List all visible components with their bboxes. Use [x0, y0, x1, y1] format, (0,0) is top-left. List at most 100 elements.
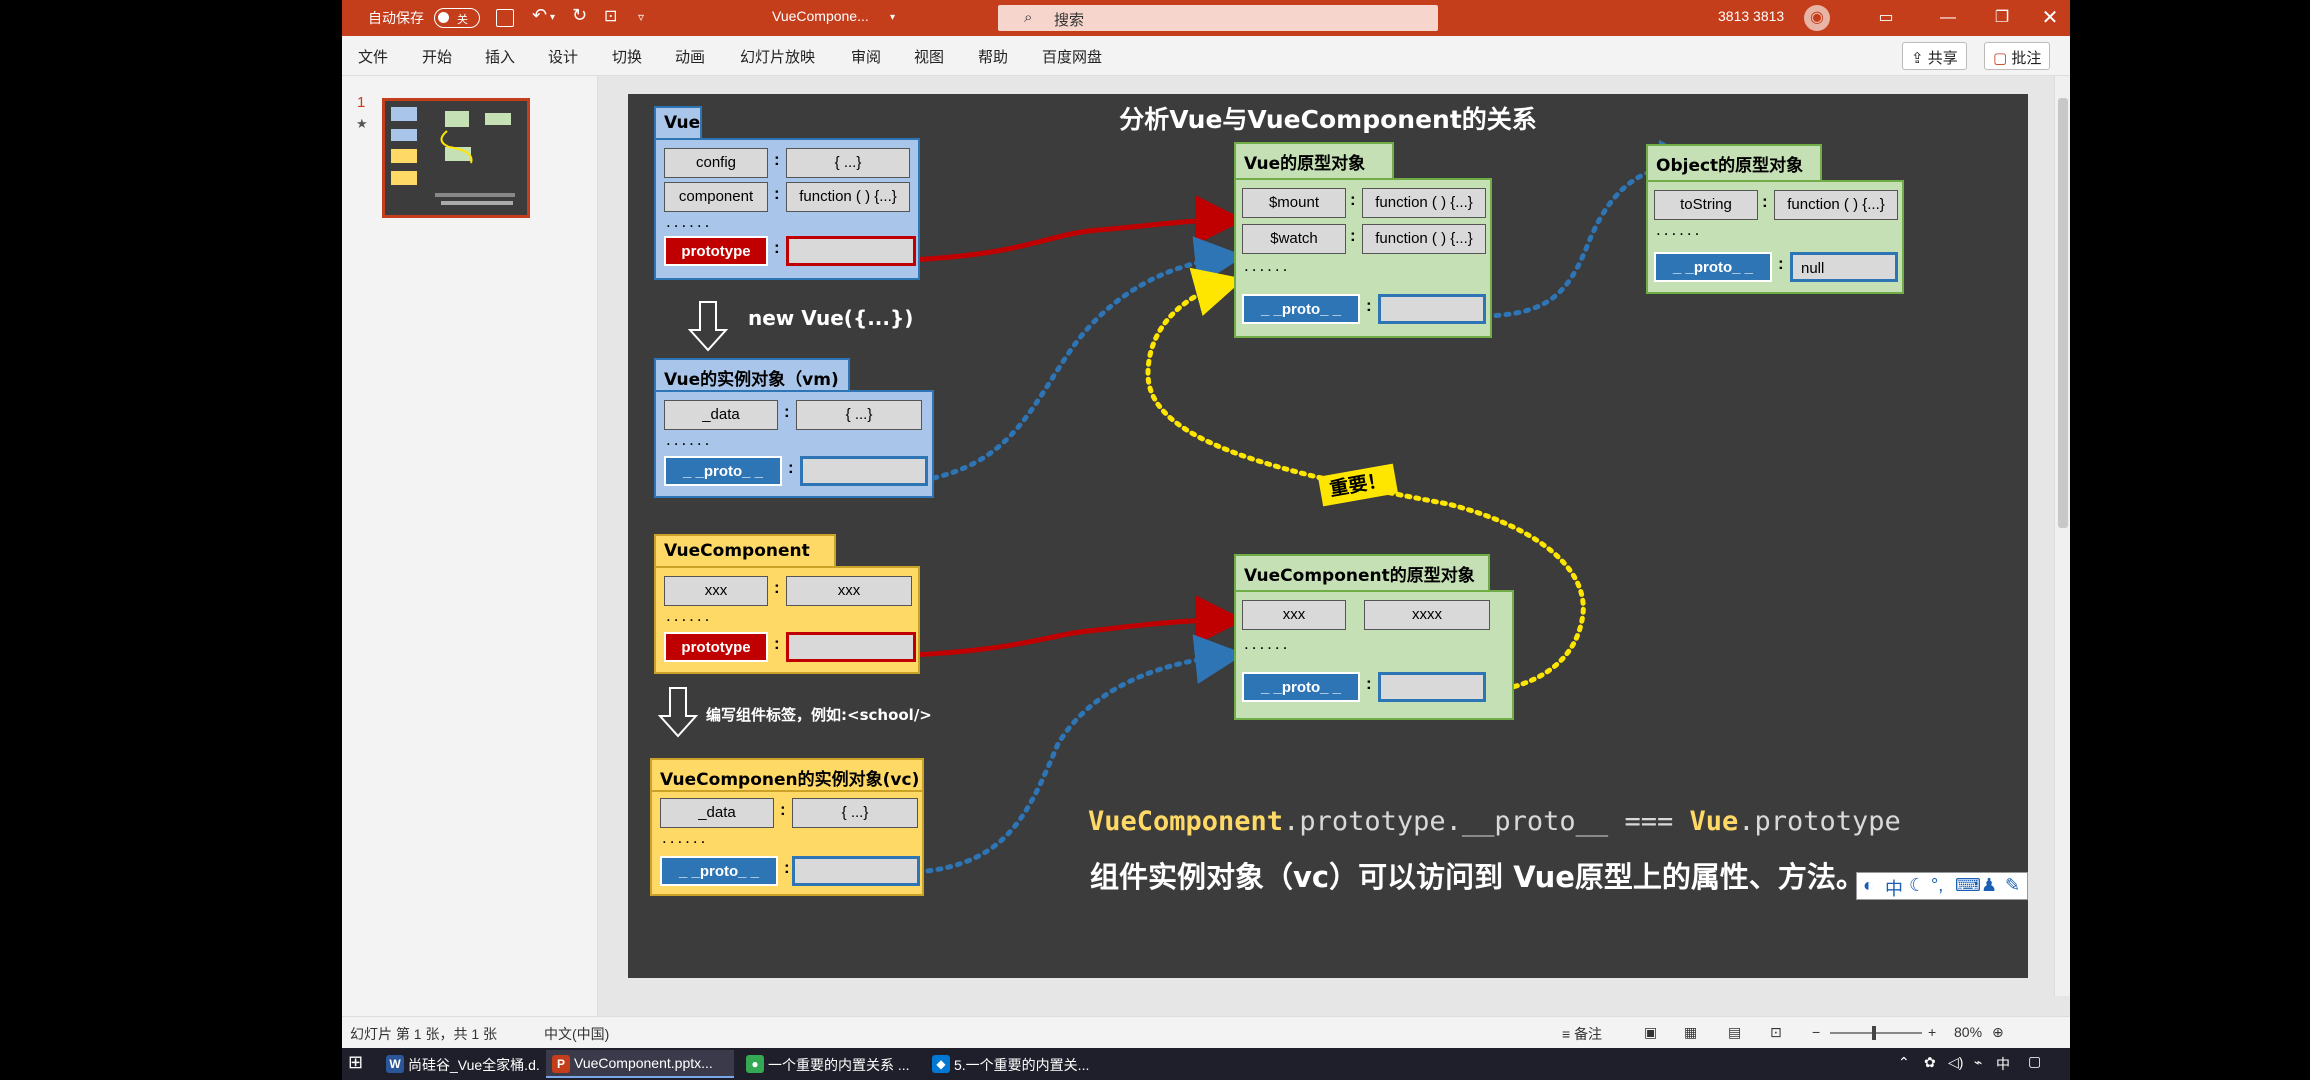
zoom-level[interactable]: 80% — [1954, 1024, 1982, 1040]
redo-icon[interactable]: ↻ — [572, 5, 587, 26]
slide-canvas[interactable]: 分析Vue与VueComponent的关系 Vue config : { ...… — [628, 94, 2028, 978]
vue-value-component: function ( ) {...} — [786, 182, 910, 212]
language-indicator[interactable]: 中文(中国) — [544, 1024, 609, 1044]
comment-icon: ▢ — [1993, 50, 2012, 67]
chrome-icon: ● — [746, 1055, 764, 1073]
ime-logo-icon: ◐ — [1863, 875, 1874, 895]
notes-button[interactable]: ≡ 备注 — [1562, 1024, 1602, 1044]
ribbon-display-icon[interactable]: ▭ — [1866, 4, 1906, 32]
vue-proto-proto-value — [1378, 294, 1486, 324]
vue-key-config: config — [664, 148, 768, 178]
volume-icon[interactable]: ◁) — [1948, 1054, 1963, 1071]
ime-punct-icon: °, — [1931, 875, 1944, 895]
taskbar: ⊞ W 尚硅谷_Vue全家桶.d... P VueComponent.pptx.… — [342, 1048, 2070, 1080]
task-vscode[interactable]: ◆ 5.一个重要的内置关... — [926, 1050, 1106, 1078]
vuecomponent-header: VueComponent — [654, 534, 836, 568]
vc-value-data: { ...} — [792, 798, 918, 828]
vue-key-component: component — [664, 182, 768, 212]
powerpoint-icon: P — [552, 1055, 570, 1073]
tray-app-icon[interactable]: ✿ — [1924, 1054, 1936, 1071]
title-bar: 自动保存 关 ↶ ▾ ↻ ⊡ ▿ VueCompone... ▾ ⌕ 搜索 38… — [342, 0, 2070, 36]
tab-design[interactable]: 设计 — [548, 46, 578, 67]
save-icon[interactable] — [496, 9, 514, 27]
minimize-icon[interactable]: — — [1928, 4, 1968, 32]
notification-icon[interactable]: ▢ — [2028, 1053, 2041, 1070]
ime-moon-icon: ☾ — [1909, 875, 1926, 895]
zoom-slider-thumb[interactable] — [1872, 1026, 1876, 1040]
vscode-icon: ◆ — [932, 1055, 950, 1073]
vc-proto-arrow — [915, 634, 1245, 875]
close-icon[interactable]: ✕ — [2030, 4, 2070, 32]
vm-proto-key: _ _proto_ _ — [664, 456, 782, 486]
zoom-out-icon[interactable]: − — [1812, 1024, 1820, 1040]
tab-transitions[interactable]: 切换 — [612, 46, 642, 67]
reading-view-icon[interactable]: ▤ — [1728, 1024, 1741, 1041]
task-word[interactable]: W 尚硅谷_Vue全家桶.d... — [380, 1050, 540, 1078]
vue-prototype-object-body: $mount : function ( ) {...} $watch : fun… — [1234, 178, 1492, 338]
tab-animations[interactable]: 动画 — [675, 46, 705, 67]
object-prototype-object-header: Object的原型对象 — [1646, 144, 1822, 182]
autosave-toggle[interactable]: 关 — [434, 8, 480, 28]
ime-language: 中 — [1885, 879, 1903, 899]
tab-insert[interactable]: 插入 — [485, 46, 515, 67]
object-proto-dots: ...... — [1656, 220, 1703, 239]
prototype-chain-code: VueComponent.prototype.__proto__ === Vue… — [1088, 806, 1901, 837]
vue-proto-key-watch: $watch — [1242, 224, 1346, 254]
slideshow-icon[interactable]: ⊡ — [1770, 1024, 1782, 1041]
task-powerpoint[interactable]: P VueComponent.pptx... — [546, 1050, 734, 1078]
tab-baidu-netdisk[interactable]: 百度网盘 — [1042, 46, 1102, 67]
vc-proto-key-xxx: xxx — [1242, 600, 1346, 630]
slide-number: 1 — [357, 94, 366, 111]
user-name[interactable]: 3813 3813 — [1718, 8, 1784, 24]
title-dropdown-icon[interactable]: ▾ — [890, 12, 895, 23]
search-placeholder: 搜索 — [1054, 12, 1085, 29]
new-vue-label: new Vue({...}) — [748, 306, 914, 330]
tray-ime[interactable]: 中 — [1996, 1054, 2010, 1074]
comments-button[interactable]: ▢ 批注 — [1984, 42, 2051, 70]
ime-toolbar[interactable]: ◐ 中 ☾ °, ⌨ ♟ ✎ — [1856, 872, 2028, 900]
slide-sorter-icon[interactable]: ▦ — [1684, 1024, 1697, 1041]
ribbon-tabs: 文件 开始 插入 设计 切换 动画 幻灯片放映 审阅 视图 帮助 百度网盘 ⇪ … — [342, 36, 2070, 76]
thumbnail-preview — [391, 107, 515, 205]
normal-view-icon[interactable]: ▣ — [1644, 1024, 1657, 1041]
tray-up-icon[interactable]: ⌃ — [1898, 1054, 1910, 1071]
restore-icon[interactable]: ❐ — [1982, 4, 2022, 32]
avatar[interactable]: ◉ — [1804, 5, 1830, 31]
vuecomponent-dots: ...... — [666, 606, 713, 625]
tab-review[interactable]: 审阅 — [851, 46, 881, 67]
start-icon[interactable]: ⊞ — [348, 1052, 363, 1073]
customize-toolbar-icon[interactable]: ▿ — [638, 10, 644, 24]
vuecomponent-key-xxx: xxx — [664, 576, 768, 606]
autosave-label: 自动保存 — [368, 10, 424, 26]
summary-text: 组件实例对象（vc）可以访问到 Vue原型上的属性、方法。 — [1090, 860, 1865, 894]
undo-icon[interactable]: ↶ — [532, 5, 547, 26]
vue-proto-proto-key: _ _proto_ _ — [1242, 294, 1360, 324]
screen: 自动保存 关 ↶ ▾ ↻ ⊡ ▿ VueCompone... ▾ ⌕ 搜索 38… — [342, 0, 2070, 1080]
tab-view[interactable]: 视图 — [914, 46, 944, 67]
share-button[interactable]: ⇪ 共享 — [1902, 42, 1967, 70]
fit-slide-icon[interactable]: ⊕ — [1992, 1024, 2004, 1041]
search-box[interactable]: ⌕ 搜索 — [998, 5, 1438, 31]
vc-proto-proto-value — [1378, 672, 1486, 702]
vue-prototype-arrow — [909, 195, 1245, 263]
present-icon[interactable]: ⊡ — [604, 6, 617, 26]
tab-home[interactable]: 开始 — [422, 46, 452, 67]
zoom-in-icon[interactable]: + — [1928, 1024, 1936, 1040]
vue-prototype-value — [786, 236, 916, 266]
tab-slideshow[interactable]: 幻灯片放映 — [740, 46, 815, 67]
object-proto-key-tostring: toString — [1654, 190, 1758, 220]
vue-proto-dots: ...... — [1244, 256, 1291, 275]
zoom-slider[interactable] — [1830, 1026, 1922, 1040]
network-icon[interactable]: ⌁ — [1974, 1054, 1982, 1071]
tab-file[interactable]: 文件 — [358, 46, 388, 67]
vertical-scrollbar[interactable] — [2054, 76, 2070, 996]
object-proto-value-tostring: function ( ) {...} — [1774, 190, 1898, 220]
scrollbar-thumb[interactable] — [2058, 98, 2068, 528]
slide-thumbnail[interactable] — [382, 98, 530, 218]
vm-body: _data : { ...} ...... _ _proto_ _ : — [654, 390, 934, 498]
task-chrome[interactable]: ● 一个重要的内置关系 ... — [740, 1050, 920, 1078]
tab-help[interactable]: 帮助 — [978, 46, 1008, 67]
document-title[interactable]: VueCompone... — [772, 8, 869, 24]
vm-proto-arrow — [921, 236, 1245, 483]
undo-dropdown-icon[interactable]: ▾ — [550, 12, 555, 23]
